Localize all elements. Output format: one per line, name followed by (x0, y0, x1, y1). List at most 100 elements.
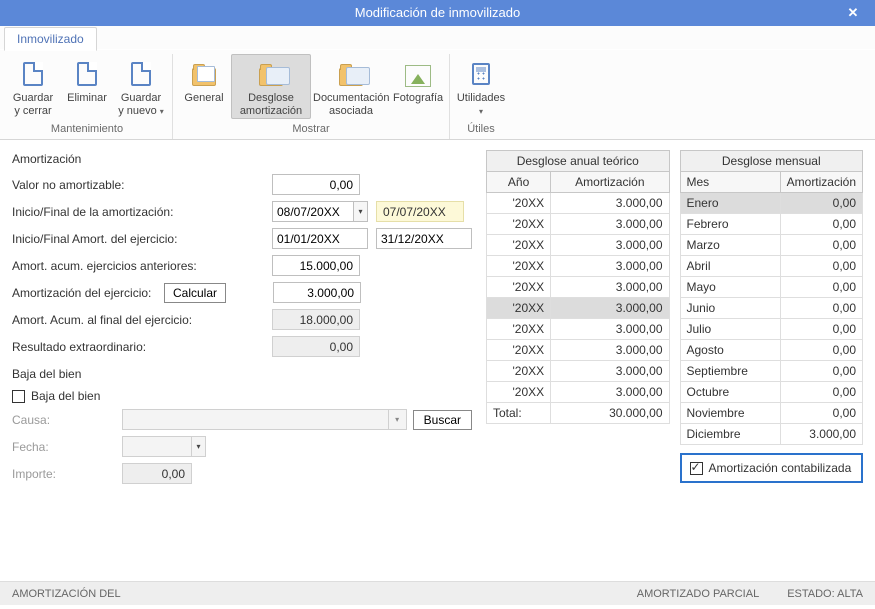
col-mes[interactable]: Mes (680, 172, 780, 193)
table-row[interactable]: Agosto0,00 (680, 340, 863, 361)
right-panels: Desglose anual teórico Año Amortización … (486, 150, 863, 490)
table-row[interactable]: '20XX3.000,00 (487, 214, 670, 235)
baja-checkbox[interactable] (12, 390, 25, 403)
panel-mensual: Desglose mensual Mes Amortización Enero0… (680, 150, 864, 490)
guardar-cerrar-button[interactable]: Guardary cerrar (6, 54, 60, 119)
documentacion-button[interactable]: Documentaciónasociada (311, 54, 391, 119)
date-drop-icon[interactable]: ▾ (354, 201, 368, 222)
col-amort[interactable]: Amortización (780, 172, 862, 193)
table-row[interactable]: '20XX3.000,00 (487, 298, 670, 319)
acum-final-readonly: 18.000,00 (272, 309, 360, 330)
table-row[interactable]: Febrero0,00 (680, 214, 863, 235)
desglose-icon (253, 58, 289, 90)
chevron-down-icon: ▾ (388, 410, 406, 429)
table-row[interactable]: Julio0,00 (680, 319, 863, 340)
inicio-ej-date[interactable] (272, 228, 368, 249)
documentacion-icon (333, 58, 369, 90)
resultado-extra-readonly: 0,00 (272, 336, 360, 357)
chevron-down-icon: ▾ (479, 107, 483, 116)
save-close-icon (15, 58, 51, 90)
lbl: y cerrar (14, 105, 51, 117)
mensual-title: Desglose mensual (680, 150, 864, 171)
table-row[interactable]: Enero0,00 (680, 193, 863, 214)
titlebar: Modificación de inmovilizado ✕ (0, 0, 875, 26)
table-row[interactable]: Junio0,00 (680, 298, 863, 319)
total-label: Total: (487, 403, 551, 424)
close-icon[interactable]: ✕ (839, 0, 867, 26)
anual-grid[interactable]: Año Amortización '20XX3.000,00'20XX3.000… (486, 171, 670, 424)
label-fecha: Fecha: (12, 440, 122, 454)
ribbon-group-title: Mantenimiento (6, 119, 168, 137)
table-row[interactable]: '20XX3.000,00 (487, 382, 670, 403)
anual-title: Desglose anual teórico (486, 150, 670, 171)
chevron-down-icon: ▾ (160, 107, 164, 116)
tab-inmovilizado[interactable]: Inmovilizado (4, 27, 97, 51)
ribbon-group-mostrar: General Desgloseamortización Documentaci… (173, 54, 450, 139)
table-row[interactable]: Abril0,00 (680, 256, 863, 277)
label-inicio-final: Inicio/Final de la amortización: (12, 205, 202, 219)
buscar-button[interactable]: Buscar (413, 410, 472, 430)
ribbon-group-utiles: Utilidades▾ Útiles (450, 54, 512, 139)
window-title: Modificación de inmovilizado (355, 5, 520, 20)
lbl: asociada (329, 105, 373, 117)
table-row[interactable]: Octubre0,00 (680, 382, 863, 403)
total-value: 30.000,00 (551, 403, 669, 424)
status-mid: AMORTIZADO PARCIAL (637, 588, 759, 600)
lbl: Eliminar (67, 92, 107, 104)
inicio-amort-date[interactable] (272, 201, 354, 222)
section-amortizacion: Amortización (12, 152, 472, 166)
table-row[interactable]: '20XX3.000,00 (487, 340, 670, 361)
baja-importe-readonly: 0,00 (122, 463, 192, 484)
table-row[interactable]: '20XX3.000,00 (487, 256, 670, 277)
panel-anual: Desglose anual teórico Año Amortización … (486, 150, 670, 490)
mensual-grid[interactable]: Mes Amortización Enero0,00Febrero0,00Mar… (680, 171, 864, 445)
table-row[interactable]: Diciembre3.000,00 (680, 424, 863, 445)
amort-contab-label: Amortización contabilizada (709, 461, 852, 475)
save-new-icon: + (123, 58, 159, 90)
status-left: AMORTIZACIÓN DEL (12, 588, 121, 600)
ribbon-group-title: Mostrar (177, 119, 445, 137)
col-amort[interactable]: Amortización (551, 172, 669, 193)
lbl: Desglose (248, 92, 294, 104)
general-icon (186, 58, 222, 90)
label-resultado-extra: Resultado extraordinario: (12, 340, 202, 354)
lbl: Documentación (313, 92, 389, 104)
status-right: ESTADO: ALTA (787, 588, 863, 600)
statusbar: AMORTIZACIÓN DEL AMORTIZADO PARCIAL ESTA… (0, 581, 875, 605)
lbl: amortización (240, 105, 302, 117)
table-row[interactable]: '20XX3.000,00 (487, 277, 670, 298)
date-drop-icon[interactable]: ▾ (192, 436, 206, 457)
calcular-button[interactable]: Calcular (164, 283, 226, 303)
ribbon-group-title: Útiles (454, 119, 508, 137)
guardar-nuevo-button[interactable]: + Guardary nuevo ▾ (114, 54, 168, 119)
table-row[interactable]: Septiembre0,00 (680, 361, 863, 382)
utilidades-button[interactable]: Utilidades▾ (454, 54, 508, 119)
fotografia-button[interactable]: Fotografía (391, 54, 445, 119)
final-ej-date[interactable] (376, 228, 472, 249)
desglose-amort-button[interactable]: Desgloseamortización (231, 54, 311, 119)
label-importe: Importe: (12, 467, 122, 481)
amort-contab-checkbox[interactable] (690, 462, 703, 475)
amort-ej-input[interactable] (273, 282, 361, 303)
general-button[interactable]: General (177, 54, 231, 119)
lbl: General (184, 92, 223, 104)
table-row[interactable]: '20XX3.000,00 (487, 361, 670, 382)
table-row[interactable]: '20XX3.000,00 (487, 319, 670, 340)
label-acum-final: Amort. Acum. al final del ejercicio: (12, 313, 202, 327)
label-inicio-final-ej: Inicio/Final Amort. del ejercicio: (12, 232, 202, 246)
lbl: y nuevo (118, 105, 157, 117)
valor-no-amort-input[interactable] (272, 174, 360, 195)
eliminar-button[interactable]: ✕ Eliminar (60, 54, 114, 119)
col-ano[interactable]: Año (487, 172, 551, 193)
section-baja: Baja del bien (12, 367, 472, 381)
content: Amortización Valor no amortizable: Inici… (0, 140, 875, 490)
table-row[interactable]: Marzo0,00 (680, 235, 863, 256)
lbl: Guardar (13, 92, 53, 104)
causa-combo[interactable]: ▾ (122, 409, 407, 430)
acum-ant-input[interactable] (272, 255, 360, 276)
table-row[interactable]: Noviembre0,00 (680, 403, 863, 424)
table-row[interactable]: Mayo0,00 (680, 277, 863, 298)
baja-fecha-input[interactable] (122, 436, 192, 457)
table-row[interactable]: '20XX3.000,00 (487, 193, 670, 214)
table-row[interactable]: '20XX3.000,00 (487, 235, 670, 256)
